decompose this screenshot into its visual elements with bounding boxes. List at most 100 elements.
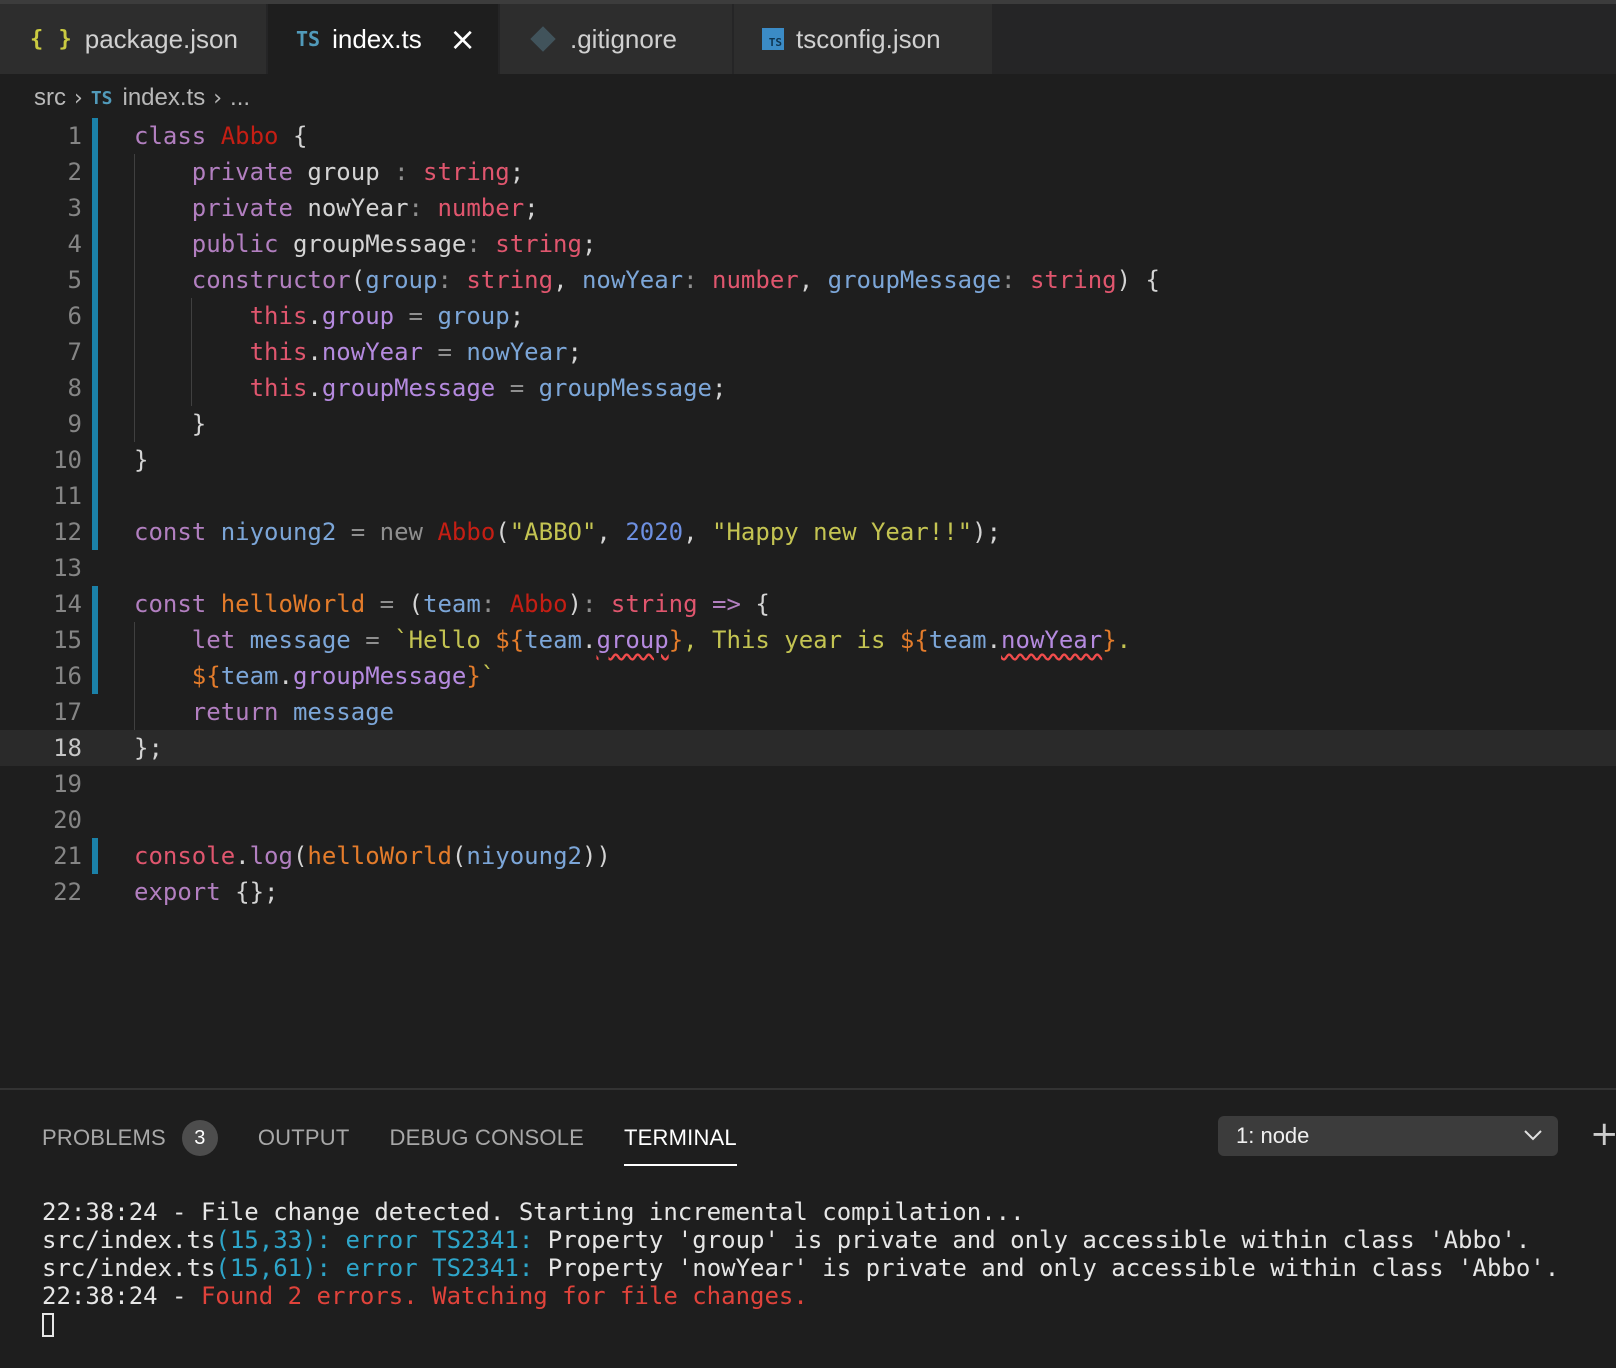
tab-label: .gitignore [570,23,677,54]
breadcrumb-symbol[interactable]: ... [230,84,250,112]
typescript-icon: TS [90,87,113,109]
code-text: private nowYear: number; [191,194,539,222]
gutter-modified-marker [92,478,98,514]
gutter-modified-marker [92,226,98,262]
error-label: error [345,1254,418,1282]
add-terminal-icon[interactable]: + [1590,1114,1616,1154]
line-number: 21 [53,842,82,870]
terminal-output[interactable]: 22:38:24 - File change detected. Startin… [42,1198,1559,1338]
summary-time: 22:38:24 - [42,1282,201,1310]
error-message: Property 'group' is private and only acc… [547,1226,1531,1254]
code-text: class Abbo { [134,122,308,150]
tab-gitignore[interactable]: .gitignore [500,4,734,74]
line-number: 13 [53,554,82,582]
error-location: (15,61): [215,1254,331,1282]
terminal-line: 22:38:24 - File change detected. Startin… [42,1198,1025,1226]
code-text: let message = `Hello ${team.group}, This… [191,626,1132,654]
gutter-modified-marker [92,334,98,370]
terminal-prompt-line [42,1310,1559,1338]
tab-problems-label: PROBLEMS [42,1125,166,1150]
code-line-current: 18 }; [0,730,1616,766]
error-location: (15,33): [215,1226,331,1254]
code-text: this.nowYear = nowYear; [249,338,582,366]
line-number: 15 [53,626,82,654]
code-editor[interactable]: 1 class Abbo { 2 private group : string;… [0,118,1616,1088]
tab-debug-console-label: DEBUG CONSOLE [389,1125,585,1150]
gutter-modified-marker [92,586,98,622]
error-message: Property 'nowYear' is private and only a… [547,1254,1560,1282]
breadcrumb-file[interactable]: index.ts [123,84,206,112]
code-line: 4 public groupMessage: string; [0,226,1616,262]
line-number: 3 [67,194,82,222]
code-line: 8 this.groupMessage = groupMessage; [0,370,1616,406]
gutter-modified-marker [92,190,98,226]
code-line: 1 class Abbo { [0,118,1616,154]
gutter-modified-marker [92,262,98,298]
line-number: 10 [53,446,82,474]
code-text: this.group = group; [249,302,525,330]
code-line: 5 constructor(group: string, nowYear: nu… [0,262,1616,298]
line-number: 11 [53,482,82,510]
tab-package-json[interactable]: { } package.json [0,4,268,74]
tab-terminal-label: TERMINAL [624,1125,737,1150]
tab-output-label: OUTPUT [257,1125,350,1150]
tab-output[interactable]: OUTPUT [258,1108,350,1168]
code-text: export {}; [134,878,279,906]
error-label: error [345,1226,418,1254]
line-number: 16 [53,662,82,690]
line-number: 8 [67,374,82,402]
line-number: 19 [53,770,82,798]
tab-tsconfig-json[interactable]: TS tsconfig.json [734,4,994,74]
code-text: this.groupMessage = groupMessage; [249,374,727,402]
line-number: 17 [53,698,82,726]
code-text: const niyoung2 = new Abbo("ABBO", 2020, … [134,518,1002,546]
tsconfig-icon: TS [762,28,784,50]
gutter-modified-marker [92,298,98,334]
line-number: 22 [53,878,82,906]
error-code: TS2341: [432,1226,534,1254]
terminal-cursor [42,1313,54,1337]
tab-terminal[interactable]: TERMINAL [624,1108,737,1168]
gutter-modified-marker [92,118,98,154]
code-text: console.log(helloWorld(niyoung2)) [134,842,611,870]
terminal-line: 22:38:24 - Found 2 errors. Watching for … [42,1282,1559,1310]
code-line: 11 [0,478,1616,514]
terminal-select-value: 1: node [1236,1123,1310,1148]
line-number: 9 [67,410,82,438]
line-number: 2 [67,158,82,186]
problems-count-badge: 3 [181,1120,218,1156]
code-line: 16 ${team.groupMessage}` [0,658,1616,694]
code-line: 21 console.log(helloWorld(niyoung2)) [0,838,1616,874]
code-text: ${team.groupMessage}` [191,662,496,690]
tab-problems[interactable]: PROBLEMS 3 [42,1108,218,1168]
code-text: }; [134,734,163,762]
code-line: 10 } [0,442,1616,478]
code-line: 19 [0,766,1616,802]
error-code: TS2341: [432,1254,534,1282]
tab-label: index.ts [332,23,422,54]
line-number: 14 [53,590,82,618]
code-text: public groupMessage: string; [191,230,597,258]
code-line: 6 this.group = group; [0,298,1616,334]
tab-label: package.json [84,23,238,54]
gutter-modified-marker [92,514,98,550]
code-line: 15 let message = `Hello ${team.group}, T… [0,622,1616,658]
code-line: 13 [0,550,1616,586]
typescript-icon: TS [296,27,321,51]
error-file: src/index.ts [42,1226,216,1254]
close-icon[interactable]: × [449,23,476,55]
terminal-select[interactable]: 1: node [1218,1116,1558,1156]
gutter-modified-marker [92,154,98,190]
chevron-down-icon [1524,1130,1542,1141]
line-number: 6 [67,302,82,330]
breadcrumb-folder[interactable]: src [34,84,66,112]
tab-debug-console[interactable]: DEBUG CONSOLE [390,1108,585,1168]
code-text: } [134,410,207,438]
editor-tab-bar: { } package.json TS index.ts × .gitignor… [0,4,1616,74]
code-line: 12 const niyoung2 = new Abbo("ABBO", 202… [0,514,1616,550]
gutter-modified-marker [92,658,98,694]
tab-index-ts[interactable]: TS index.ts × [268,4,500,74]
code-line: 20 [0,802,1616,838]
line-number: 12 [53,518,82,546]
gutter-modified-marker [92,838,98,874]
